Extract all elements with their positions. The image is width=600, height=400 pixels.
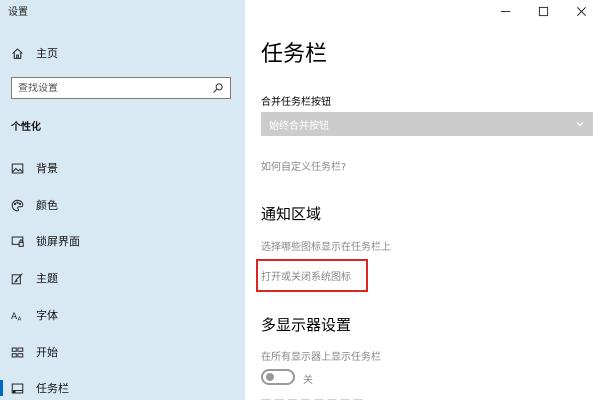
select-icons-link[interactable]: 选择哪些图标显示在任务栏上 xyxy=(261,238,391,253)
font-icon: AA xyxy=(10,308,24,322)
dropdown-value: 始终合并按钮 xyxy=(269,120,329,132)
sidebar-item-label: 背景 xyxy=(36,162,58,175)
multi-display-heading: 多显示器设置 xyxy=(261,316,352,334)
sidebar-item-fonts[interactable]: AA 字体 xyxy=(10,306,240,324)
start-icon xyxy=(10,345,24,359)
sidebar-item-lock-screen[interactable]: 锁屏界面 xyxy=(10,232,240,250)
toggle-state-label: 关 xyxy=(303,375,313,386)
show-all-displays-toggle[interactable] xyxy=(261,369,295,385)
close-button[interactable] xyxy=(562,0,600,22)
theme-icon xyxy=(10,271,24,285)
taskbar-icon xyxy=(10,381,24,395)
sidebar-item-label: 主题 xyxy=(36,272,58,285)
sidebar-item-themes[interactable]: 主题 xyxy=(10,269,240,287)
notification-area-heading: 通知区域 xyxy=(261,205,322,223)
show-all-displays-label: 在所有显示器上显示任务栏 xyxy=(261,352,381,363)
svg-text:A: A xyxy=(17,316,21,322)
customize-taskbar-link[interactable]: 如何自定义任务栏? xyxy=(261,158,346,173)
sidebar-item-taskbar[interactable]: 任务栏 xyxy=(0,379,240,397)
close-icon xyxy=(576,6,586,16)
chevron-down-icon xyxy=(575,119,585,129)
sidebar-item-colors[interactable]: 颜色 xyxy=(10,196,240,214)
maximize-button[interactable] xyxy=(524,0,562,22)
sidebar-item-label: 锁屏界面 xyxy=(36,235,80,248)
main-panel: 任务栏 合并任务栏按钮 始终合并按钮 如何自定义任务栏? 通知区域 选择哪些图标… xyxy=(245,0,600,400)
combine-buttons-dropdown[interactable]: 始终合并按钮 xyxy=(261,112,593,136)
minimize-icon xyxy=(500,10,510,12)
sidebar: 设置 主页 个性化 背景 颜色 锁屏界面 主题 xyxy=(0,0,245,400)
page-title: 任务栏 xyxy=(261,42,328,67)
search-box[interactable] xyxy=(11,77,231,99)
sidebar-item-label: 开始 xyxy=(36,346,58,359)
palette-icon xyxy=(10,198,24,212)
sidebar-item-start[interactable]: 开始 xyxy=(10,343,240,361)
minimize-button[interactable] xyxy=(486,0,524,22)
sidebar-item-label: 字体 xyxy=(36,309,58,322)
window-controls xyxy=(486,0,600,22)
combine-buttons-label: 合并任务栏按钮 xyxy=(261,97,331,108)
cutoff-row: — — — — — — — — xyxy=(261,394,364,400)
sidebar-item-label: 任务栏 xyxy=(36,382,69,395)
toggle-knob xyxy=(266,373,274,381)
sidebar-item-label: 颜色 xyxy=(36,199,58,212)
home-icon xyxy=(10,46,24,60)
sidebar-item-label: 主页 xyxy=(36,47,58,60)
search-icon[interactable] xyxy=(212,82,224,94)
sidebar-item-background[interactable]: 背景 xyxy=(10,159,240,177)
system-icons-link[interactable]: 打开或关闭系统图标 xyxy=(261,268,351,283)
lock-screen-icon xyxy=(10,234,24,248)
app-title: 设置 xyxy=(8,7,28,18)
maximize-icon xyxy=(538,6,548,16)
image-icon xyxy=(10,161,24,175)
section-heading: 个性化 xyxy=(11,122,41,133)
sidebar-item-home[interactable]: 主页 xyxy=(10,44,58,62)
search-input[interactable] xyxy=(18,82,198,94)
